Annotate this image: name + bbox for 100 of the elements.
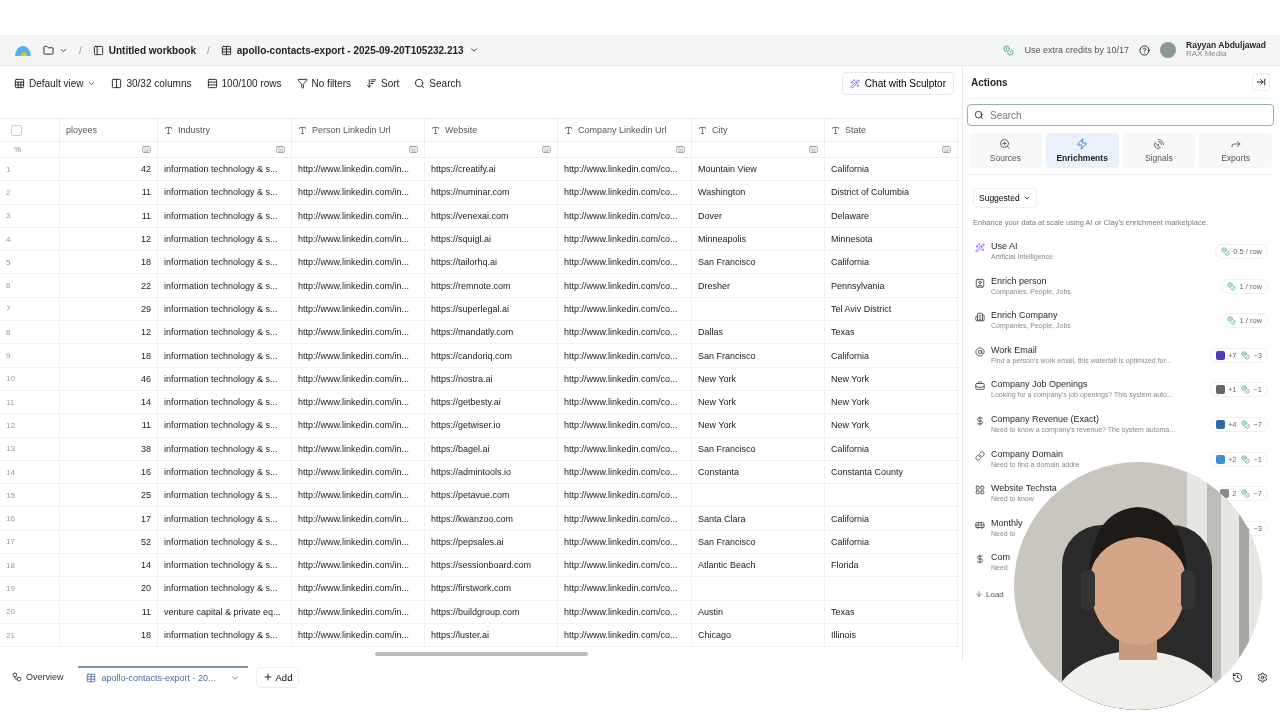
chevron-down-icon xyxy=(87,79,97,88)
row-number: 6 xyxy=(6,281,11,291)
table-cell: Santa Clara xyxy=(698,513,746,524)
column-header[interactable]: Person Linkedin Url xyxy=(312,125,391,135)
table-cell: Austin xyxy=(698,606,723,617)
toolbar-button[interactable]: 30/32 columns xyxy=(105,75,198,92)
column-filter-icon[interactable] xyxy=(676,145,685,154)
table-cell: San Francisco xyxy=(698,257,756,268)
column-filter-icon[interactable] xyxy=(942,145,951,154)
enrichment-title[interactable]: Company Domain xyxy=(991,448,1064,459)
table-cell: http://www.linkedin.com/in... xyxy=(298,234,410,245)
breadcrumb-separator: / xyxy=(79,44,82,56)
column-header[interactable]: Industry xyxy=(178,125,210,135)
enrichment-title[interactable]: Com xyxy=(991,552,1010,563)
column-header[interactable]: State xyxy=(845,125,866,135)
table-cell: https://pepsales.ai xyxy=(431,536,504,547)
overview-tab[interactable]: Overview xyxy=(6,671,70,683)
select-all-checkbox[interactable] xyxy=(11,124,22,136)
table-cell: California xyxy=(831,257,870,268)
collapse-button[interactable] xyxy=(1252,73,1270,91)
table-cell: http://www.linkedin.com/in... xyxy=(298,513,410,524)
table-cell: California xyxy=(831,443,870,454)
table-cell: http://www.linkedin.com/co... xyxy=(564,373,678,384)
table-cell: information technology & s... xyxy=(164,536,278,547)
filter-icon xyxy=(296,78,308,89)
enrichment-title[interactable]: Use AI xyxy=(991,241,1018,251)
table-cell: Minneapolis xyxy=(698,234,747,245)
column-filter-icon[interactable] xyxy=(809,145,818,154)
toolbar-button[interactable]: Search xyxy=(408,75,468,92)
chevron-down-icon xyxy=(1022,194,1031,202)
column-filter-icon[interactable] xyxy=(409,145,418,154)
text-type-icon xyxy=(564,125,573,135)
row-number: 18 xyxy=(6,560,15,570)
search-field[interactable]: Search xyxy=(967,104,1274,126)
arrow-to-line-icon xyxy=(1256,77,1266,87)
table-icon xyxy=(85,673,96,683)
table-cell: Florida xyxy=(831,560,859,571)
help-icon[interactable] xyxy=(1139,44,1150,56)
table-cell: Dresher xyxy=(698,280,730,291)
settings-icon[interactable] xyxy=(1257,671,1268,683)
wand-icon xyxy=(975,243,985,253)
row-number: 15 xyxy=(6,490,15,500)
scrollbar-thumb[interactable] xyxy=(375,652,588,656)
table-cell: http://www.linkedin.com/co... xyxy=(564,257,678,268)
toolbar-button[interactable]: No filters xyxy=(290,75,357,92)
column-header[interactable]: Website xyxy=(445,125,478,135)
table-cell: https://buildgroup.com xyxy=(431,606,520,617)
table-cell: Dallas xyxy=(698,327,723,338)
table-cell: http://www.linkedin.com/co... xyxy=(564,536,678,547)
enrichment-title[interactable]: Enrich person xyxy=(991,275,1047,286)
column-header[interactable]: ployees xyxy=(66,125,98,135)
arrow-down-icon xyxy=(975,590,983,599)
add-button[interactable]: Add xyxy=(255,666,300,688)
table-cell: https://sessionboard.com xyxy=(431,560,532,571)
chevron-down-icon xyxy=(229,673,240,683)
column-header[interactable]: City xyxy=(712,125,728,135)
table-cell: http://www.linkedin.com/co... xyxy=(564,210,678,221)
table-cell: information technology & s... xyxy=(164,327,278,338)
table-cell: information technology & s... xyxy=(164,187,278,198)
suggested-dropdown[interactable]: Suggested xyxy=(973,188,1037,208)
column-filter-icon[interactable] xyxy=(276,145,285,154)
table-cell: https://getwiser.io xyxy=(431,420,501,431)
enrichment-title[interactable]: Company Revenue (Exact) xyxy=(991,413,1100,424)
column-filter-icon[interactable] xyxy=(142,145,151,154)
row-number: 9 xyxy=(6,351,11,360)
enrichment-title[interactable]: Company Job Openings xyxy=(991,379,1088,390)
table-cell: http://www.linkedin.com/in... xyxy=(298,350,410,361)
table-cell: information technology & s... xyxy=(164,164,278,175)
enrichment-title[interactable]: Monthly xyxy=(991,517,1023,528)
enrichment-title[interactable]: Work Email xyxy=(991,344,1037,355)
toolbar-button[interactable]: Default view xyxy=(8,75,103,92)
column-header[interactable]: Company Linkedin Url xyxy=(578,125,667,135)
enrichment-title[interactable]: Website Techsta xyxy=(991,483,1057,494)
table-cell: District of Columbia xyxy=(831,187,910,198)
enrichment-title[interactable]: Enrich Company xyxy=(991,310,1058,321)
column-filter-icon[interactable] xyxy=(542,145,551,154)
panel-tab[interactable]: Exports xyxy=(1199,133,1272,168)
table-icon xyxy=(220,44,232,56)
row-number: 4 xyxy=(6,234,11,244)
coins-icon xyxy=(1241,489,1251,499)
table-cell: http://www.linkedin.com/in... xyxy=(298,210,410,221)
row-number: 13 xyxy=(6,444,15,454)
panel-tab[interactable]: Sources xyxy=(969,133,1042,168)
history-icon[interactable] xyxy=(1232,671,1243,683)
table-cell: http://www.linkedin.com/co... xyxy=(564,327,678,338)
table-cell: Texas xyxy=(831,606,855,617)
panel-tab[interactable]: Enrichments xyxy=(1045,133,1119,168)
table-cell: 14 xyxy=(141,560,151,571)
logo-icon[interactable] xyxy=(14,44,32,56)
columns-icon xyxy=(111,78,123,89)
table-breadcrumb[interactable]: apollo-contacts-export - 2025-09-20T105232.213 xyxy=(217,44,482,56)
chat-button[interactable]: Chat with Sculptor xyxy=(841,72,954,95)
table-cell: New York xyxy=(698,397,737,408)
toolbar-button[interactable]: Sort xyxy=(360,75,406,92)
panel-tab[interactable]: Signals xyxy=(1122,133,1196,168)
avatar[interactable] xyxy=(1160,42,1176,58)
load-more-button[interactable]: Load xyxy=(973,589,1006,599)
workbook-breadcrumb[interactable]: Untitled workbook xyxy=(89,44,199,56)
table-cell: information technology & s... xyxy=(164,490,278,501)
toolbar-button[interactable]: 100/100 rows xyxy=(200,75,288,92)
